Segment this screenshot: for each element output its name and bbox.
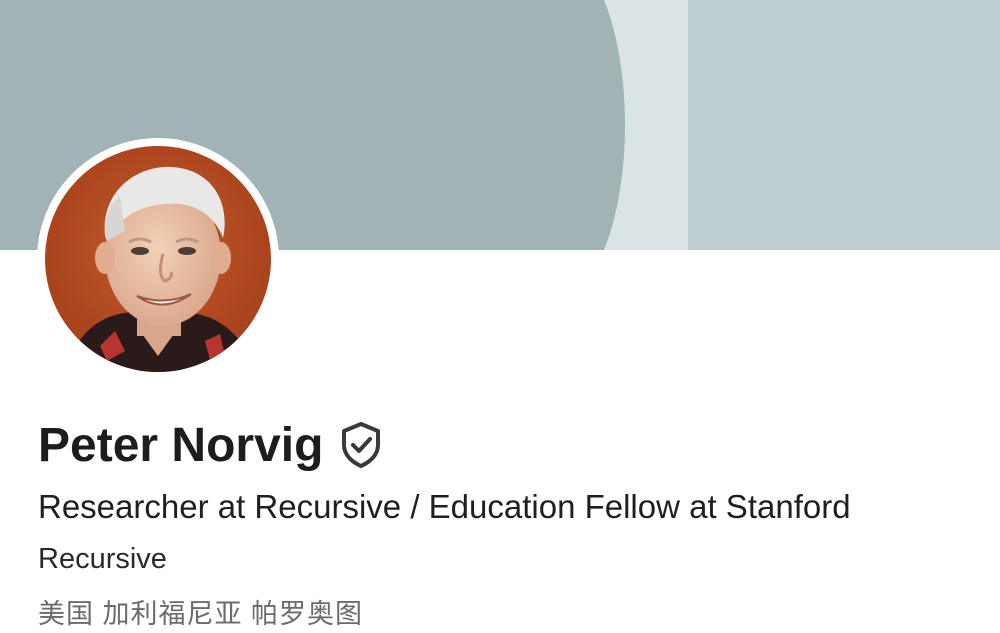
profile-company[interactable]: Recursive	[38, 543, 167, 576]
profile-location: 美国 加利福尼亚 帕罗奥图	[38, 599, 364, 629]
verified-shield-check-icon[interactable]	[339, 421, 383, 469]
profile-headline: Researcher at Recursive / Education Fell…	[38, 488, 851, 525]
profile-name: Peter Norvig	[38, 418, 324, 472]
profile-name-row: Peter Norvig	[38, 412, 383, 478]
profile-avatar[interactable]	[37, 138, 279, 380]
avatar-photo	[45, 146, 271, 372]
